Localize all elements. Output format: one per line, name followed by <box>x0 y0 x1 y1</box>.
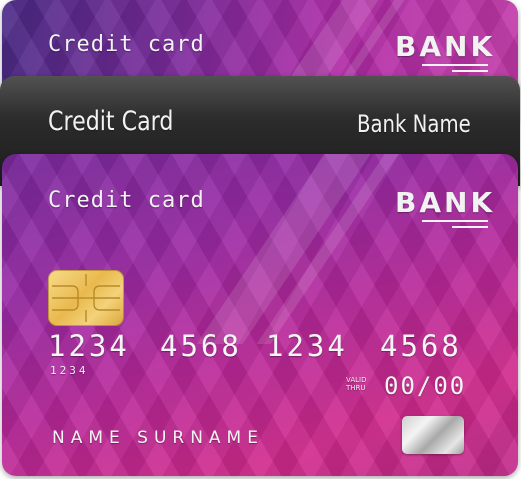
card-title: Credit Card <box>48 106 174 137</box>
bank-name: Bank Name <box>357 110 471 138</box>
expiry-date: 00/00 <box>384 372 467 400</box>
bank-logo-underline <box>452 226 488 228</box>
card-title: Credit card <box>48 188 205 213</box>
card-stripe <box>196 154 378 344</box>
card-number-group: 1234 <box>48 329 130 363</box>
thru-label: THRU <box>346 384 366 392</box>
bank-logo: BANK <box>395 30 496 63</box>
card-title: Credit card <box>48 32 205 57</box>
bank-logo-underline <box>452 70 488 72</box>
bank-logo-underline <box>422 64 488 66</box>
card-number-group: 4568 <box>380 329 462 363</box>
card-number-group: 1234 <box>266 329 348 363</box>
valid-label: VALID <box>346 376 367 384</box>
card-number-group: 4568 <box>160 329 242 363</box>
bank-logo-underline <box>422 220 488 222</box>
card-stripe <box>256 154 406 344</box>
chip-icon <box>48 270 124 326</box>
card-number-small: 1234 <box>50 364 89 377</box>
hologram-icon <box>402 416 464 454</box>
bank-logo: BANK <box>395 186 496 219</box>
front-credit-card: Credit card BANK 1234 4568 1234 4568 123… <box>2 154 518 476</box>
cardholder-name: NAME SURNAME <box>52 428 264 448</box>
chip-contacts <box>52 274 120 322</box>
